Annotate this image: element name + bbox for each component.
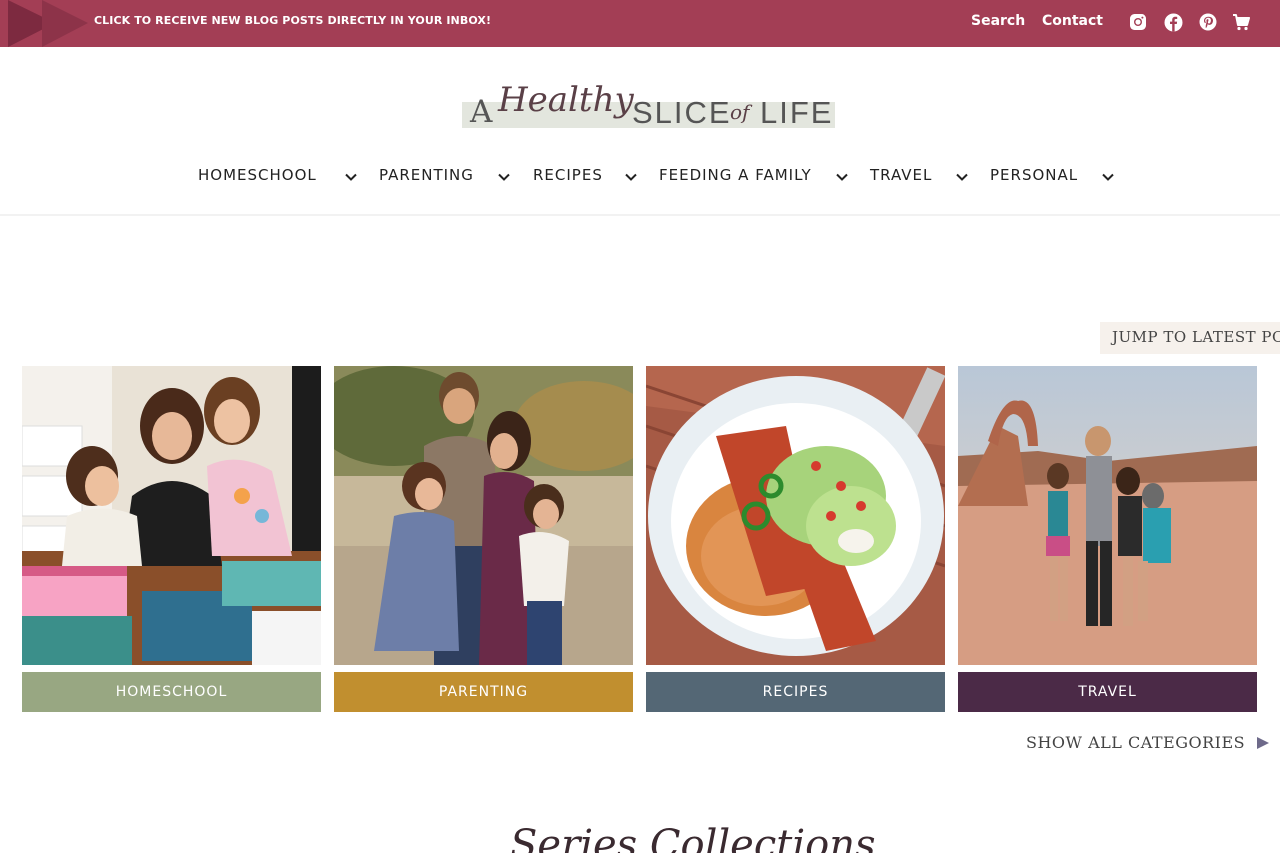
instagram-icon[interactable] — [1128, 12, 1148, 32]
nav-item-label: TRAVEL — [870, 166, 933, 184]
cart-icon[interactable] — [1231, 12, 1251, 32]
category-label: TRAVEL — [958, 672, 1257, 712]
recipes-photo — [646, 366, 945, 665]
series-collections-heading: Series Collections — [510, 822, 876, 853]
nav-item-travel[interactable]: TRAVEL — [870, 166, 932, 184]
logo-word-slice: SLICE — [632, 95, 732, 130]
chevron-down-icon[interactable] — [497, 169, 511, 183]
category-label: RECIPES — [646, 672, 945, 712]
logo-word-a: A — [470, 94, 494, 130]
chevron-down-icon[interactable] — [344, 169, 358, 183]
nav-item-label: RECIPES — [533, 166, 603, 184]
play-arrow-icon — [1257, 736, 1270, 749]
nav-item-homeschool[interactable]: HOMESCHOOL — [198, 166, 317, 184]
jump-to-latest-post-button[interactable]: JUMP TO LATEST POST — [1100, 322, 1280, 354]
search-link[interactable]: Search — [971, 13, 1025, 29]
pinterest-icon[interactable] — [1198, 12, 1218, 32]
nav-item-label: FEEDING A FAMILY — [659, 166, 812, 184]
category-label: PARENTING — [334, 672, 633, 712]
jump-label: JUMP TO LATEST POST — [1112, 328, 1280, 346]
contact-link[interactable]: Contact — [1042, 13, 1103, 29]
newsletter-signup-link[interactable]: CLICK TO RECEIVE NEW BLOG POSTS DIRECTLY… — [94, 14, 491, 27]
facebook-icon[interactable] — [1163, 12, 1183, 32]
nav-item-label: HOMESCHOOL — [198, 166, 317, 184]
banner-arrow-shape-2 — [42, 0, 88, 47]
chevron-down-icon[interactable] — [835, 169, 849, 183]
homeschool-photo — [22, 366, 321, 665]
chevron-down-icon[interactable] — [955, 169, 969, 183]
nav-item-label: PERSONAL — [990, 166, 1079, 184]
travel-photo — [958, 366, 1257, 665]
site-logo[interactable]: A Healthy SLICE of LIFE — [462, 76, 836, 148]
header-divider — [0, 214, 1280, 216]
nav-item-feeding-a-family[interactable]: FEEDING A FAMILY — [659, 166, 812, 184]
parenting-photo — [334, 366, 633, 665]
main-nav: HOMESCHOOL PARENTING RECIPES FEEDING A F… — [0, 166, 1280, 188]
top-bar: CLICK TO RECEIVE NEW BLOG POSTS DIRECTLY… — [0, 0, 1280, 47]
show-all-categories-link[interactable]: SHOW ALL CATEGORIES — [1026, 733, 1271, 752]
show-all-label: SHOW ALL CATEGORIES — [1026, 733, 1246, 752]
nav-item-parenting[interactable]: PARENTING — [379, 166, 474, 184]
chevron-down-icon[interactable] — [1101, 169, 1115, 183]
nav-item-personal[interactable]: PERSONAL — [990, 166, 1078, 184]
chevron-down-icon[interactable] — [624, 169, 638, 183]
nav-item-label: PARENTING — [379, 166, 474, 184]
logo-word-life: LIFE — [760, 95, 834, 130]
logo-word-of: of — [730, 100, 750, 124]
logo-word-healthy: Healthy — [498, 80, 634, 120]
nav-item-recipes[interactable]: RECIPES — [533, 166, 603, 184]
category-label: HOMESCHOOL — [22, 672, 321, 712]
